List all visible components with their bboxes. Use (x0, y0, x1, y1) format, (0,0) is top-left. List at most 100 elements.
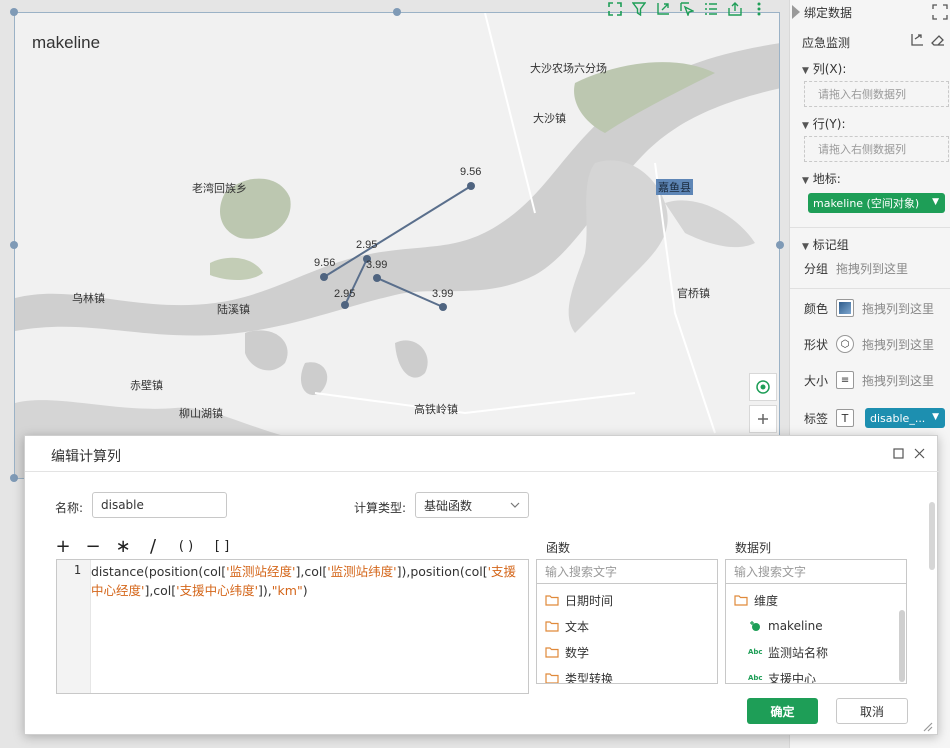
label-field-pill[interactable]: disable_... ▼ (865, 408, 945, 428)
filter-icon[interactable] (630, 0, 648, 18)
close-button[interactable] (912, 446, 926, 460)
parentheses-operator-button[interactable]: ( ) (175, 539, 197, 554)
name-label: 名称: (55, 501, 84, 515)
dialog-scrollbar[interactable] (929, 502, 935, 570)
map-chart-component[interactable]: 大沙农场六分场 大沙镇 老湾回族乡 嘉鱼县 乌林镇 陆溪镇 官桥镇 赤壁镇 柳山… (14, 12, 780, 479)
group-drop-hint: 拖拽列到这里 (836, 261, 909, 276)
export-icon[interactable] (726, 0, 744, 18)
text-type-icon: Abc (748, 648, 763, 656)
resize-handle[interactable] (10, 241, 18, 249)
rows-section: ▼ 行(Y): (802, 115, 846, 132)
locate-button[interactable] (749, 373, 777, 401)
expression-editor[interactable]: 1 distance(position(col['监测站经度'],col['监测… (56, 559, 529, 694)
label-row[interactable]: 标签 T (804, 408, 855, 428)
chevron-down-icon[interactable]: ▼ (802, 121, 809, 131)
close-icon (914, 448, 924, 458)
plus-operator-button[interactable]: + (55, 536, 71, 557)
expression-code[interactable]: distance(position(col['监测站经度'],col['监测站纬… (91, 562, 527, 600)
rows-drop-zone[interactable]: 请拖入右侧数据列 (804, 136, 949, 162)
value-label: 3.99 (366, 259, 388, 271)
chevron-down-icon[interactable]: ▼ (802, 242, 809, 252)
edit-calculated-column-dialog: 编辑计算列 名称: 计算类型: 基础函数 + − ∗ / ( ) [ ] 1 d… (24, 435, 939, 735)
maximize-button[interactable] (891, 446, 905, 460)
route-point[interactable] (320, 273, 328, 281)
dataset-name: 应急监测 (802, 36, 851, 50)
divide-operator-button[interactable]: / (145, 536, 161, 557)
value-label: 3.99 (432, 288, 454, 300)
columns-label: 列(X): (812, 62, 847, 76)
geo-field-name: makeline (空间对象) (813, 197, 920, 210)
dimension-folder[interactable]: 维度 (734, 590, 778, 610)
place-label: 官桥镇 (677, 287, 710, 300)
chevron-down-icon[interactable]: ▼ (802, 66, 809, 76)
calc-type-value: 基础函数 (424, 498, 473, 513)
place-label: 大沙镇 (533, 112, 566, 125)
dropdown-arrow-icon[interactable]: ▼ (932, 412, 939, 422)
resize-handle[interactable] (776, 241, 784, 249)
name-input[interactable] (92, 492, 227, 518)
code-token: ],col[ (144, 583, 177, 598)
size-row[interactable]: 大小 ≡ 拖拽列到这里 (804, 370, 934, 390)
geo-field-pill[interactable]: makeline (空间对象) ▼ (808, 193, 945, 213)
maximize-icon (892, 447, 904, 459)
more-icon[interactable] (750, 0, 768, 18)
calc-type-select[interactable]: 基础函数 (415, 492, 529, 518)
group-row[interactable]: 分组 拖拽列到这里 (804, 258, 908, 278)
data-column-item[interactable]: Abc 监测站名称 (748, 642, 828, 662)
drill-icon[interactable] (654, 0, 672, 18)
data-columns-header: 数据列 (735, 541, 772, 555)
road (484, 13, 536, 214)
shape-icon[interactable]: ⬡ (836, 335, 855, 353)
wetland (210, 257, 263, 280)
route-point[interactable] (373, 274, 381, 282)
confirm-button[interactable]: 确定 (747, 698, 818, 724)
dropdown-arrow-icon[interactable]: ▼ (932, 197, 939, 207)
scrollbar[interactable] (899, 610, 905, 682)
data-column-item[interactable]: makeline (748, 616, 823, 636)
size-slider-icon[interactable]: ≡ (836, 371, 855, 389)
select-icon[interactable] (678, 0, 696, 18)
function-category-item[interactable]: 类型转换 (545, 668, 613, 683)
route-point[interactable] (341, 301, 349, 309)
panel-header: 绑定数据 (790, 0, 950, 25)
switch-dataset-icon[interactable] (910, 33, 924, 47)
list-icon[interactable] (702, 0, 720, 18)
data-column-item[interactable]: Abc 支援中心 (748, 668, 816, 684)
text-label-icon[interactable]: T (836, 409, 855, 427)
zoom-in-button[interactable] (749, 405, 777, 433)
geo-label: 地标: (812, 172, 841, 186)
chevron-down-icon[interactable]: ▼ (802, 176, 809, 186)
eraser-icon[interactable] (931, 33, 945, 47)
collapse-arrow-icon[interactable] (792, 5, 800, 19)
cancel-button[interactable]: 取消 (836, 698, 908, 724)
resize-handle[interactable] (10, 8, 18, 16)
line-number: 1 (73, 563, 81, 577)
columns-drop-zone[interactable]: 请拖入右侧数据列 (804, 81, 949, 107)
function-category-item[interactable]: 文本 (545, 616, 589, 636)
size-label: 大小 (804, 373, 829, 388)
shape-row[interactable]: 形状 ⬡ 拖拽列到这里 (804, 334, 934, 354)
functions-search-input[interactable]: 输入搜索文字 (536, 559, 718, 584)
function-category-item[interactable]: 数学 (545, 642, 589, 662)
resize-handle[interactable] (10, 474, 18, 482)
place-label: 乌林镇 (72, 292, 105, 305)
color-swatch-icon[interactable] (836, 299, 855, 317)
resize-grip-icon[interactable] (921, 720, 933, 732)
resize-handle[interactable] (393, 8, 401, 16)
folder-icon (545, 673, 559, 683)
functions-list: 日期时间 文本 数学 类型转换 (536, 584, 718, 684)
rows-label: 行(Y): (812, 117, 846, 131)
route-point[interactable] (467, 182, 475, 190)
shape-drop-hint: 拖拽列到这里 (862, 337, 935, 352)
geo-object-icon (750, 621, 760, 631)
fullscreen-icon[interactable] (606, 0, 624, 18)
expand-icon[interactable] (932, 4, 948, 20)
route-point[interactable] (439, 303, 447, 311)
minus-operator-button[interactable]: − (85, 536, 101, 557)
multiply-operator-button[interactable]: ∗ (115, 536, 131, 557)
brackets-operator-button[interactable]: [ ] (211, 539, 233, 554)
function-category-item[interactable]: 日期时间 (545, 590, 613, 610)
data-columns-list: 维度 makeline Abc 监测站名称 Abc 支援中心 (725, 584, 907, 684)
color-row[interactable]: 颜色 拖拽列到这里 (804, 298, 934, 318)
data-columns-search-input[interactable]: 输入搜索文字 (725, 559, 907, 584)
